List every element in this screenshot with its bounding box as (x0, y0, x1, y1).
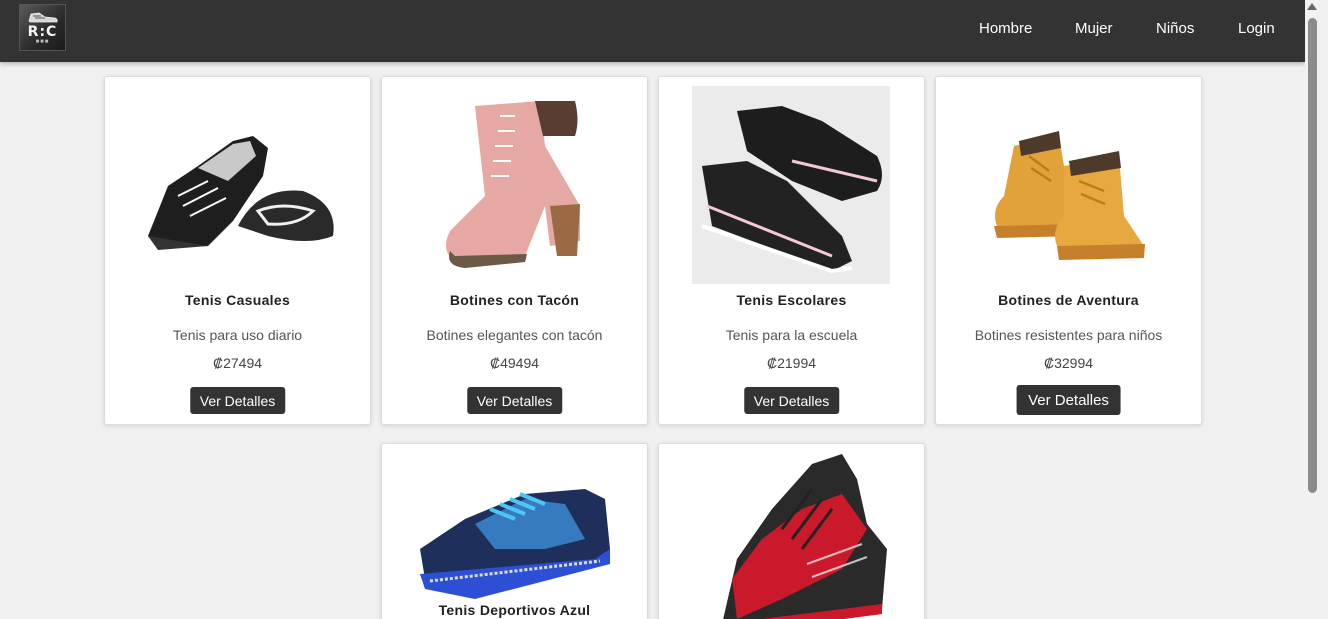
product-description: Tenis para la escuela (725, 327, 858, 343)
product-price: ₡21994 (766, 355, 817, 371)
ver-detalles-button[interactable]: Ver Detalles (1016, 385, 1121, 415)
scrollbar-thumb[interactable] (1308, 18, 1317, 493)
brand-logo[interactable]: R:C ■■■ (19, 4, 66, 51)
product-card: Tenis Casuales Tenis para uso diario ₡27… (104, 76, 371, 425)
product-image[interactable] (969, 86, 1167, 284)
product-image[interactable] (692, 86, 890, 284)
blue-sneaker-icon (420, 489, 610, 599)
vertical-scrollbar[interactable] (1305, 0, 1328, 619)
top-navbar: R:C ■■■ Hombre Mujer Niños Login (0, 0, 1305, 62)
product-name: Tenis Escolares (736, 292, 847, 308)
black-sneakers-icon (701, 106, 882, 274)
ver-detalles-button[interactable]: Ver Detalles (466, 387, 563, 414)
product-name: Tenis Deportivos Azul (438, 602, 591, 618)
product-card: Botines con Tacón Botines elegantes con … (381, 76, 648, 425)
product-description: Tenis para uso diario (172, 327, 303, 343)
product-description: Botines resistentes para niños (974, 327, 1163, 343)
product-name: Botines con Tacón (449, 292, 580, 308)
product-name: Tenis Casuales (184, 292, 291, 308)
scroll-up-arrow-icon[interactable] (1307, 3, 1317, 10)
nav-link-login[interactable]: Login (1238, 20, 1275, 37)
shoe-logo-icon (28, 12, 58, 23)
yellow-boots-icon (994, 131, 1145, 260)
product-card: Botines de Aventura Botines resistentes … (935, 76, 1202, 425)
nav-link-ninos[interactable]: Niños (1156, 20, 1194, 37)
nav-link-mujer[interactable]: Mujer (1075, 20, 1113, 37)
product-card: Tenis Deportivos Azul (381, 443, 648, 619)
product-price: ₡49494 (489, 355, 540, 371)
product-image[interactable] (138, 86, 336, 284)
logo-subtext: ■■■ (35, 39, 50, 45)
product-image[interactable] (692, 449, 890, 619)
product-image[interactable] (415, 449, 613, 619)
product-card (658, 443, 925, 619)
product-price: ₡32994 (1043, 355, 1094, 371)
product-name: Botines de Aventura (998, 292, 1139, 308)
red-sneaker-icon (723, 454, 887, 619)
nav-link-hombre[interactable]: Hombre (979, 20, 1032, 37)
pink-boot-icon (446, 101, 580, 268)
product-price: ₡27494 (212, 355, 263, 371)
product-image[interactable] (415, 86, 613, 284)
ver-detalles-button[interactable]: Ver Detalles (189, 387, 286, 414)
product-description: Botines elegantes con tacón (426, 327, 603, 343)
ver-detalles-button[interactable]: Ver Detalles (743, 387, 840, 414)
sneaker-icon (148, 136, 334, 250)
product-card: Tenis Escolares Tenis para la escuela ₡2… (658, 76, 925, 425)
logo-text: R:C (27, 24, 58, 40)
